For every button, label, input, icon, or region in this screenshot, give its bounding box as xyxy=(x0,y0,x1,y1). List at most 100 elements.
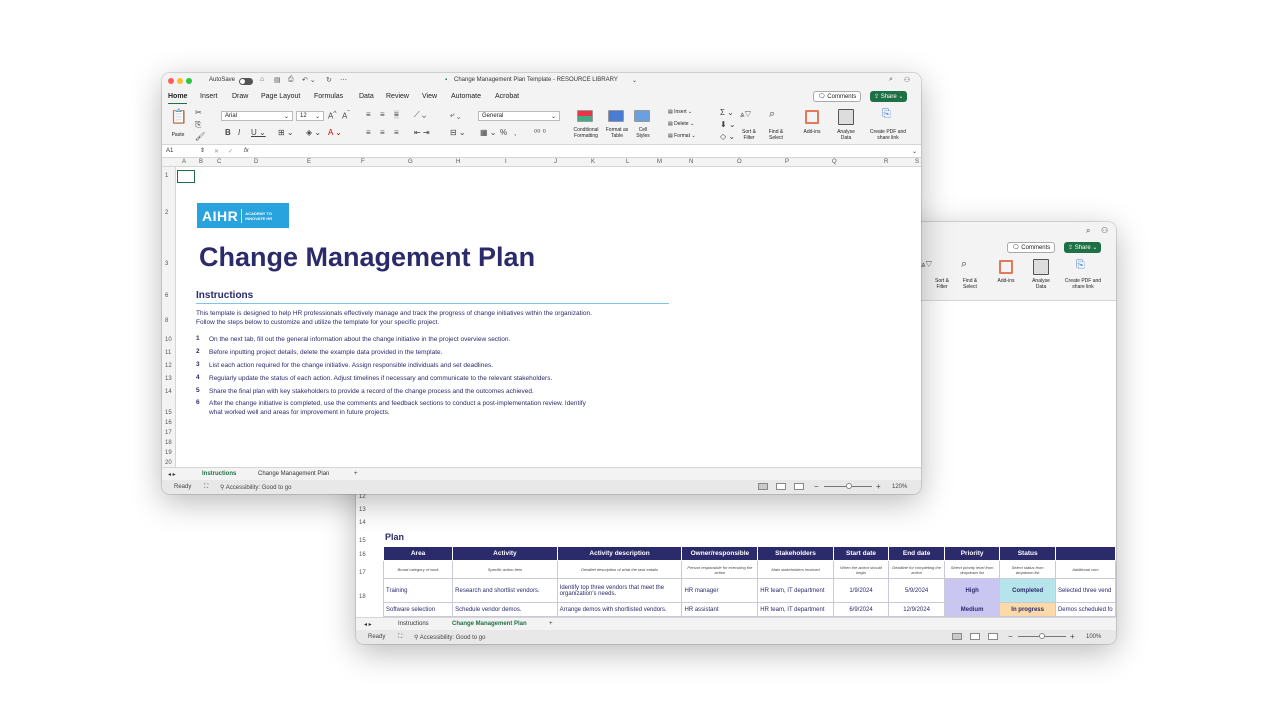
filter-icon[interactable]: ⩓▽ xyxy=(740,110,751,120)
paste-button[interactable]: Paste xyxy=(168,132,188,138)
sheet-tab-change-management-plan[interactable]: Change Management Plan xyxy=(258,471,329,477)
number-format-select[interactable]: General ⌄ xyxy=(478,111,560,121)
tab-page-layout[interactable]: Page Layout xyxy=(261,93,300,100)
priority-badge[interactable]: High xyxy=(943,578,1001,603)
find-select-button[interactable]: Find & Select xyxy=(765,129,787,141)
instructions-heading[interactable]: Instructions xyxy=(196,290,253,301)
comments-button[interactable]: 🗨 Comments xyxy=(1007,242,1056,253)
zoom-out-icon[interactable]: − xyxy=(1008,632,1013,641)
add-sheet-icon[interactable]: + xyxy=(354,471,358,477)
analyse-data-icon[interactable] xyxy=(838,109,854,125)
analyse-data-icon[interactable] xyxy=(1033,259,1049,275)
add-sheet-icon[interactable]: + xyxy=(549,621,553,627)
macro-icon[interactable]: ⛶ xyxy=(398,634,402,641)
priority-badge[interactable]: Medium xyxy=(943,602,1001,617)
comma-icon[interactable]: , xyxy=(514,128,516,137)
cell-styles-button[interactable]: Cell Styles xyxy=(632,127,654,139)
zoom-out-icon[interactable]: − xyxy=(814,482,819,491)
header-area[interactable]: Area xyxy=(382,546,454,561)
header-activity-description[interactable]: Activity description xyxy=(556,546,683,561)
cut-icon[interactable]: ✂ xyxy=(195,108,202,117)
indent-icon[interactable]: ⇤ ⇥ xyxy=(414,128,430,137)
header-priority[interactable]: Priority xyxy=(943,546,1001,561)
status-badge[interactable]: In progress xyxy=(999,602,1056,617)
clear-icon[interactable]: ◇ ⌄ xyxy=(720,132,735,141)
header-activity[interactable]: Activity xyxy=(452,546,558,561)
cancel-icon[interactable]: ✕ xyxy=(214,148,219,155)
header-start-date[interactable]: Start date xyxy=(832,546,890,561)
align-right-icon[interactable]: ≡ xyxy=(394,128,399,137)
format-as-table-button[interactable]: Format as Table xyxy=(604,127,630,139)
filter-icon[interactable]: ⩓▽ xyxy=(921,260,932,270)
decrease-font-icon[interactable]: Aˇ xyxy=(342,110,350,121)
font-color-icon[interactable]: A ⌄ xyxy=(328,128,342,137)
font-name-select[interactable]: Arial ⌄ xyxy=(221,111,293,121)
normal-view-icon[interactable] xyxy=(952,633,962,640)
comments-button[interactable]: 🗨 Comments xyxy=(813,91,862,102)
create-pdf-button[interactable]: Create PDF and share link xyxy=(1060,278,1106,290)
zoom-level[interactable]: 120% xyxy=(892,484,907,490)
fill-color-icon[interactable]: ◈ ⌄ xyxy=(306,128,321,137)
expand-formula-icon[interactable]: ⌄ xyxy=(912,148,917,155)
tab-automate[interactable]: Automate xyxy=(451,93,481,100)
cell-styles-icon[interactable] xyxy=(634,110,650,122)
tab-home[interactable]: Home xyxy=(168,93,188,105)
format-painter-icon[interactable]: 🖌 xyxy=(195,132,205,141)
macro-icon[interactable]: ⛶ xyxy=(204,484,208,491)
sheet-tab-change-management-plan[interactable]: Change Management Plan xyxy=(446,621,533,632)
fill-icon[interactable]: ⬇ ⌄ xyxy=(720,120,736,129)
bold-icon[interactable]: B xyxy=(225,128,231,137)
add-ins-icon[interactable] xyxy=(805,110,819,124)
find-select-button[interactable]: Find & Select xyxy=(959,278,981,290)
delete-cells-button[interactable]: ▤ Delete ⌄ xyxy=(668,121,694,127)
minimize-window-button[interactable] xyxy=(177,78,183,84)
step-text[interactable]: List each action required for the change… xyxy=(209,362,493,369)
find-icon[interactable]: ⌕ xyxy=(769,108,775,121)
normal-view-icon[interactable] xyxy=(758,483,768,490)
page-layout-view-icon[interactable] xyxy=(776,483,786,490)
borders-icon[interactable]: ⊞ ⌄ xyxy=(278,128,294,137)
name-box[interactable]: A1 xyxy=(166,148,173,154)
more-icon[interactable]: ⋯ xyxy=(340,76,347,84)
tab-view[interactable]: View xyxy=(422,93,437,100)
currency-icon[interactable]: ▦ ⌄ xyxy=(480,128,496,137)
wrap-text-icon[interactable]: ⤶ ⌄ xyxy=(450,110,460,120)
share-button[interactable]: ⇪ Share ⌄ xyxy=(1064,242,1102,253)
header-owner[interactable]: Owner/responsible xyxy=(681,546,759,561)
page-break-view-icon[interactable] xyxy=(794,483,804,490)
italic-icon[interactable]: I xyxy=(238,128,240,137)
step-text[interactable]: On the next tab, fill out the general in… xyxy=(209,336,510,343)
format-as-table-icon[interactable] xyxy=(608,110,624,122)
header-status[interactable]: Status xyxy=(999,546,1056,561)
zoom-in-icon[interactable]: + xyxy=(876,482,881,491)
pdf-icon[interactable]: ⎘ xyxy=(882,108,891,121)
add-ins-button[interactable]: Add-ins xyxy=(994,278,1018,284)
autosave-toggle[interactable] xyxy=(239,78,253,85)
tab-draw[interactable]: Draw xyxy=(232,93,248,100)
tab-insert[interactable]: Insert xyxy=(200,93,218,100)
sheet-tab-instructions[interactable]: Instructions xyxy=(195,471,243,482)
intro-text-2[interactable]: Follow the steps below to customize and … xyxy=(196,319,439,326)
create-pdf-button[interactable]: Create PDF and share link xyxy=(865,129,911,141)
copy-icon[interactable]: ⎘ xyxy=(195,120,201,130)
add-ins-button[interactable]: Add-ins xyxy=(800,129,824,135)
accessibility-status[interactable]: ⚲ Accessibility: Good to go xyxy=(414,634,485,641)
orientation-icon[interactable]: ⟋ ⌄ xyxy=(414,110,426,120)
tab-data[interactable]: Data xyxy=(359,93,374,100)
document-title[interactable]: Change Management Plan xyxy=(199,242,535,273)
header-stakeholders[interactable]: Stakeholders xyxy=(757,546,834,561)
increase-font-icon[interactable]: A^ xyxy=(328,110,336,121)
name-box-stepper-icon[interactable]: ⇕ xyxy=(200,147,205,154)
conditional-formatting-button[interactable]: Conditional Formatting xyxy=(569,127,603,139)
sheet-grid[interactable]: AIHR ACADEMY TO INNOVATE HR Change Manage… xyxy=(176,167,921,467)
align-center-icon[interactable]: ≡ xyxy=(380,128,385,137)
paste-icon[interactable]: 📋 xyxy=(170,108,187,125)
prev-sheet-icon[interactable]: ◂ ▸ xyxy=(168,471,176,478)
analyse-data-button[interactable]: Analyse Data xyxy=(832,129,860,141)
home-icon[interactable]: ⌂ xyxy=(260,76,264,83)
percent-icon[interactable]: % xyxy=(500,128,507,137)
prev-sheet-icon[interactable]: ◂ ▸ xyxy=(364,621,372,628)
step-text[interactable]: Regularly update the status of each acti… xyxy=(209,375,552,382)
align-middle-icon[interactable]: ≡ xyxy=(380,110,385,119)
selected-cell[interactable] xyxy=(177,170,195,183)
